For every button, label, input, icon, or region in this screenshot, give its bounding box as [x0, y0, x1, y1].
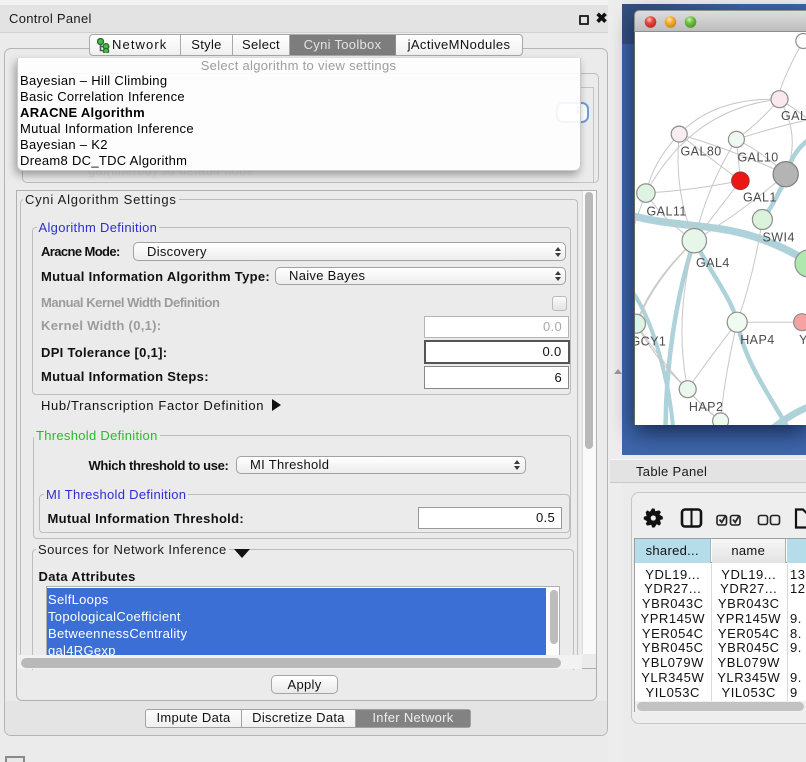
svg-text:GAL1: GAL1	[743, 190, 777, 204]
svg-text:SWI4: SWI4	[762, 230, 794, 244]
svg-text:GAL4: GAL4	[696, 256, 730, 270]
svg-text:YM: YM	[799, 333, 806, 347]
svg-text:HAP2: HAP2	[688, 400, 722, 414]
svg-text:GAL2: GAL2	[781, 109, 806, 123]
svg-text:GAL80: GAL80	[680, 144, 721, 158]
svg-text:HAP4: HAP4	[740, 333, 774, 347]
svg-text:GCY1: GCY1	[635, 334, 666, 348]
svg-text:GAL11: GAL11	[646, 204, 686, 218]
svg-text:GAL10: GAL10	[737, 150, 778, 164]
